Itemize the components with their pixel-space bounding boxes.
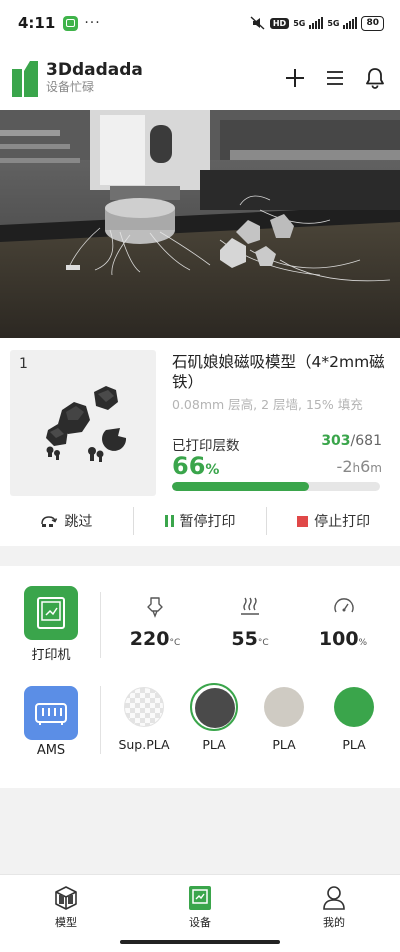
nav-mine[interactable]: 我的: [304, 885, 364, 930]
printer-tile-button[interactable]: [24, 586, 78, 640]
layers-count: 303/681: [321, 433, 382, 449]
bed-temp-icon: [238, 596, 262, 618]
fan-speed-value[interactable]: 100%: [298, 628, 388, 650]
fan-speed-icon: [332, 596, 356, 618]
progress-bar: [172, 482, 380, 491]
models-icon: [55, 886, 77, 910]
filament-slot-4-label: PLA: [342, 737, 366, 752]
skip-button[interactable]: 跳过: [0, 507, 133, 535]
nozzle-temp: 220: [129, 628, 170, 650]
nav-models-label: 模型: [55, 916, 77, 929]
remaining-minutes: 6: [360, 457, 371, 476]
bed-temp: 55: [231, 628, 258, 650]
printer-icon: [37, 597, 65, 629]
ams-label: AMS: [36, 743, 66, 758]
remaining-hours-unit: h: [352, 461, 361, 475]
filament-slot-2-label: PLA: [202, 737, 226, 752]
progress-bar-fill: [172, 482, 310, 491]
printer-label: 打印机: [31, 648, 71, 663]
nav-models[interactable]: 模型: [36, 885, 96, 930]
bed-temp-value[interactable]: 55°C: [205, 628, 295, 650]
stop-print-button[interactable]: 停止打印: [266, 507, 400, 535]
filament-slot-4[interactable]: [334, 687, 374, 727]
hd-badge: HD: [269, 17, 290, 29]
remaining-hours: -2: [336, 457, 353, 476]
nozzle-temp-value[interactable]: 220°C: [110, 628, 200, 650]
add-button[interactable]: [282, 65, 308, 91]
device-status: 设备忙碌: [46, 80, 95, 94]
filament-slot-3[interactable]: [264, 687, 304, 727]
camera-feed[interactable]: [0, 110, 400, 338]
menu-icon: [327, 71, 343, 85]
fan-speed-unit: %: [358, 638, 368, 648]
device-selector[interactable]: 3Ddadada 设备忙碌: [46, 61, 143, 95]
plate-thumbnail[interactable]: 1: [10, 350, 156, 496]
network-type-1: 5G: [293, 18, 306, 28]
progress-percent: 66%: [172, 452, 219, 480]
camera-image: [0, 110, 400, 338]
battery-indicator: 80: [361, 15, 384, 31]
wechat-notification-icon: [63, 15, 79, 31]
stop-icon: [297, 515, 309, 527]
ams-tile-button[interactable]: [24, 686, 78, 740]
filament-slot-1-label: Sup.PLA: [118, 737, 170, 752]
network-type-2: 5G: [327, 18, 340, 28]
logo-mark: [12, 61, 38, 97]
stop-label: 停止打印: [314, 514, 371, 530]
profile-icon: [323, 886, 345, 910]
ams-icon: [35, 703, 67, 725]
layers-label: 已打印层数: [172, 438, 240, 454]
mute-icon: [250, 16, 265, 30]
filament-slot-2[interactable]: [195, 688, 235, 728]
remaining-minutes-unit: m: [370, 461, 382, 475]
nav-mine-label: 我的: [323, 916, 345, 929]
plate-number: 1: [19, 356, 28, 372]
nav-devices[interactable]: 设备: [170, 885, 230, 930]
skip-label: 跳过: [64, 514, 93, 530]
progress-percent-value: 66: [172, 452, 206, 480]
menu-button[interactable]: [322, 65, 348, 91]
job-title: 石矶娘娘磁吸模型（4*2mm磁铁）: [172, 353, 385, 391]
bell-icon: [366, 68, 384, 89]
plus-icon: [286, 69, 304, 87]
pause-label: 暂停打印: [179, 514, 236, 530]
print-controls: 跳过 暂停打印 停止打印: [0, 502, 400, 540]
filament-slot-1[interactable]: [124, 687, 164, 727]
model-preview-image: [46, 386, 127, 462]
pause-icon: [164, 515, 174, 527]
app-header: 3Ddadada 设备忙碌: [0, 46, 400, 110]
more-notifications-icon: ···: [84, 15, 101, 31]
skip-icon: [41, 516, 58, 527]
notifications-button[interactable]: [362, 65, 388, 91]
divider: [100, 592, 101, 658]
filament-slot-3-label: PLA: [272, 737, 296, 752]
status-bar: 4:11 ··· HD 5G 5G 80: [0, 0, 400, 46]
status-indicators: HD 5G 5G 80: [250, 15, 384, 31]
time-remaining: -2h6m: [337, 457, 382, 476]
nav-devices-label: 设备: [189, 916, 211, 929]
device-name: 3Ddadada: [46, 60, 143, 80]
job-settings: 0.08mm 层高, 2 层墙, 15% 填充: [172, 397, 363, 412]
bed-temp-unit: °C: [257, 638, 269, 648]
signal-icon: [309, 17, 324, 29]
brand-logo: [12, 61, 38, 97]
signal-icon-2: [343, 17, 358, 29]
nozzle-temp-icon: [143, 596, 167, 618]
device-panel: 打印机 220°C 55°C 100% AMS Sup.PLA PLA PLA …: [0, 566, 400, 788]
layers-current: 303: [321, 433, 351, 449]
fan-speed: 100: [318, 628, 359, 650]
progress-percent-unit: %: [205, 462, 220, 478]
devices-icon: [189, 886, 211, 910]
pause-print-button[interactable]: 暂停打印: [132, 507, 267, 535]
nozzle-temp-unit: °C: [169, 638, 181, 648]
divider: [100, 686, 101, 754]
print-job-card: 1 石矶娘娘磁吸模型（4*2mm磁铁） 0.08mm 层高, 2 层墙, 15%…: [0, 338, 400, 546]
layers-total: /681: [350, 433, 382, 449]
home-indicator[interactable]: [120, 940, 280, 944]
status-time: 4:11: [18, 14, 56, 32]
